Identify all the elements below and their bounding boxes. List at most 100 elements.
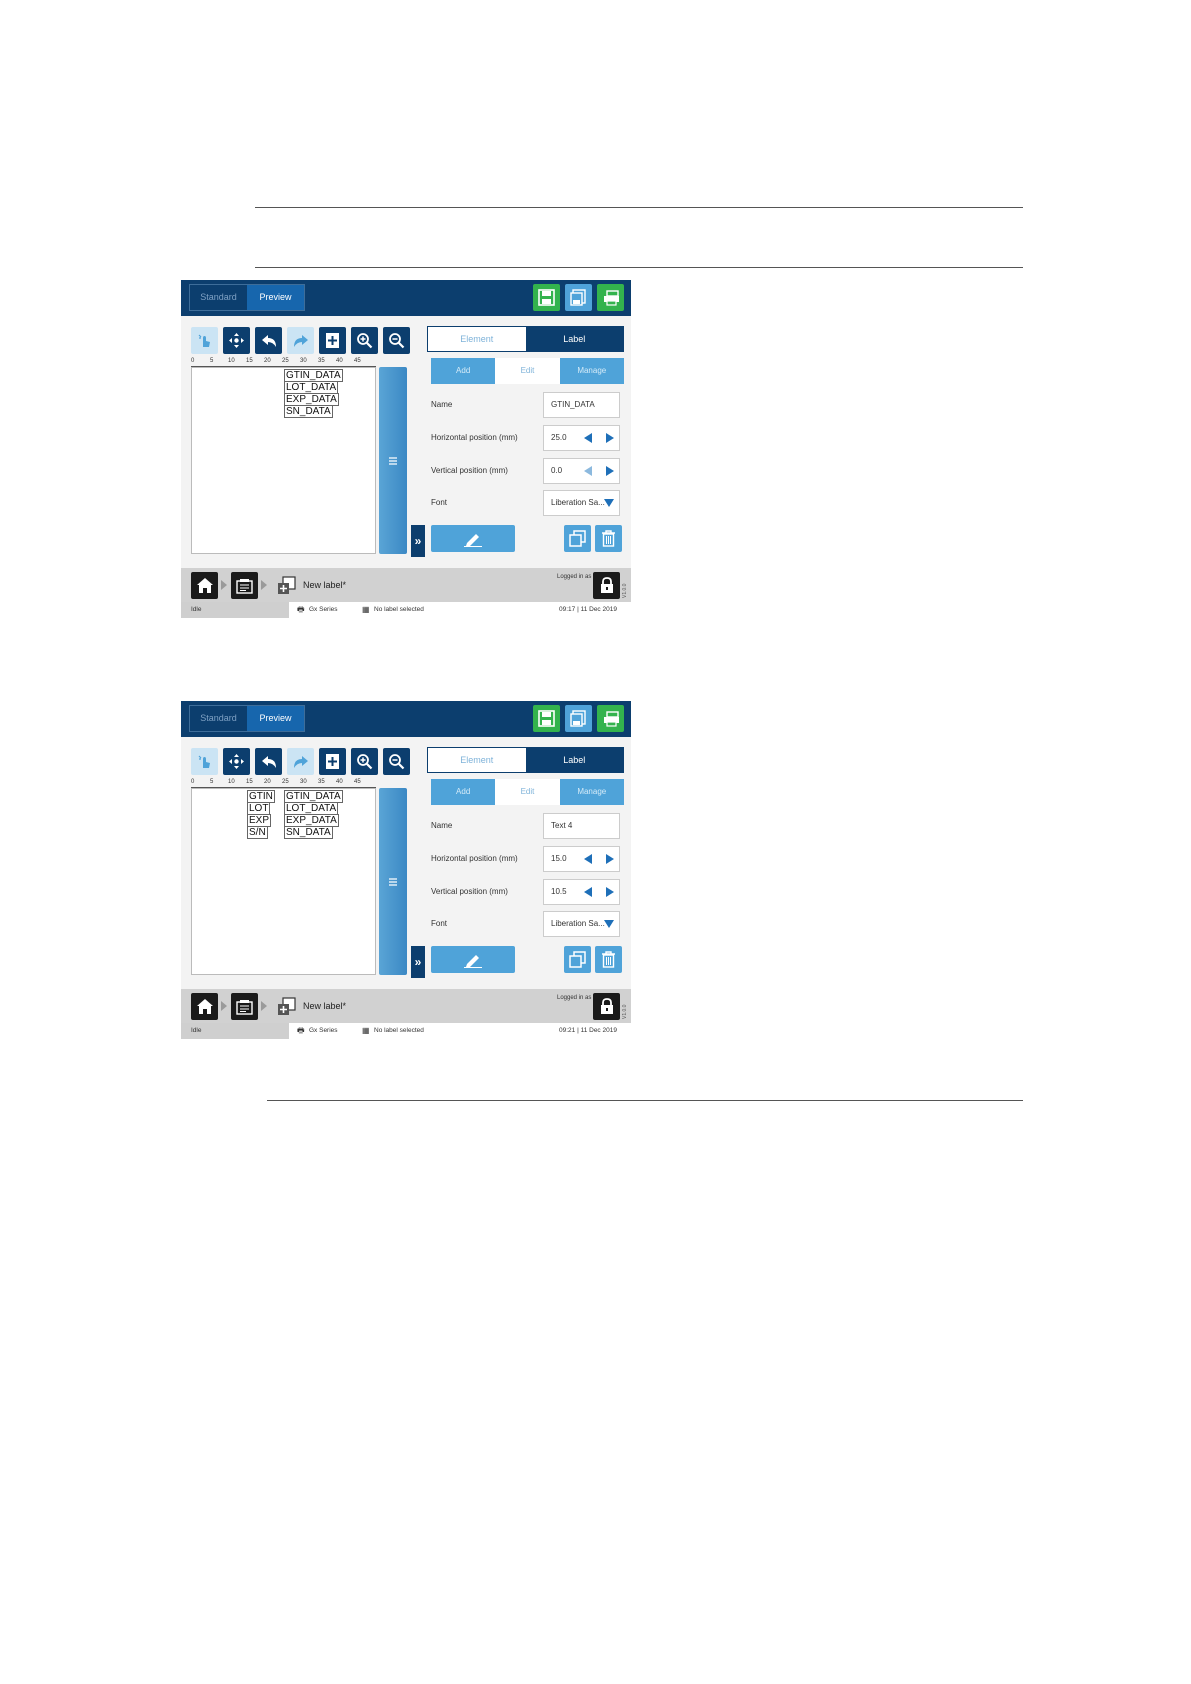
duplicate-element-button[interactable]: [564, 946, 591, 973]
tab-label[interactable]: Label: [525, 748, 623, 772]
zoom-out-icon: [389, 754, 405, 770]
tab-edit[interactable]: Edit: [495, 779, 560, 805]
undo-icon: [261, 334, 276, 347]
printer-icon: [603, 289, 619, 306]
horizontal-position-value: 15.0: [551, 854, 567, 863]
save-button[interactable]: [533, 705, 560, 732]
decrease-arrow-icon[interactable]: [584, 466, 592, 476]
font-select[interactable]: Liberation Sa...: [543, 911, 620, 937]
zoom-in-button[interactable]: [351, 327, 378, 354]
increase-arrow-icon[interactable]: [606, 466, 614, 476]
decrease-arrow-icon[interactable]: [584, 433, 592, 443]
double-chevron-right-icon: »: [414, 955, 422, 969]
tab-edit[interactable]: Edit: [495, 358, 560, 384]
tab-standard[interactable]: Standard: [190, 285, 247, 310]
move-tool-button[interactable]: [223, 748, 250, 775]
barcode-icon: ▦: [362, 605, 370, 614]
font-select[interactable]: Liberation Sa...: [543, 490, 620, 516]
ruler-tick: 5: [210, 358, 214, 364]
tab-add[interactable]: Add: [431, 358, 496, 384]
tab-standard[interactable]: Standard: [190, 706, 247, 731]
panel-tabs: Element Label: [427, 747, 624, 773]
canvas-element-sn-data[interactable]: SN_DATA: [284, 405, 333, 418]
hand-pointer-icon: [198, 755, 210, 768]
select-tool-button[interactable]: [191, 748, 218, 775]
duplicate-element-button[interactable]: [564, 525, 591, 552]
dropdown-arrow-icon: [604, 499, 614, 507]
delete-element-button[interactable]: [595, 525, 622, 552]
horizontal-position-field[interactable]: 25.0: [543, 425, 620, 451]
add-element-button[interactable]: [319, 327, 346, 354]
decrease-arrow-icon[interactable]: [584, 887, 592, 897]
ruler-tick: 40: [336, 358, 343, 364]
tab-manage[interactable]: Manage: [559, 779, 624, 805]
label-editor-button[interactable]: [231, 572, 258, 599]
zoom-in-button[interactable]: [351, 748, 378, 775]
decrease-arrow-icon[interactable]: [584, 854, 592, 864]
edit-element-button[interactable]: [431, 946, 515, 973]
increase-arrow-icon[interactable]: [606, 433, 614, 443]
undo-button[interactable]: [255, 327, 282, 354]
tab-element[interactable]: Element: [428, 327, 526, 351]
canvas-element-sn[interactable]: S/N: [247, 826, 268, 839]
ruler-tick: 40: [336, 779, 343, 785]
tab-element[interactable]: Element: [428, 748, 526, 772]
home-button[interactable]: [191, 993, 218, 1020]
print-button[interactable]: [597, 705, 624, 732]
delete-element-button[interactable]: [595, 946, 622, 973]
status-state: Idle: [181, 602, 289, 618]
redo-button[interactable]: [287, 327, 314, 354]
lock-button[interactable]: [593, 993, 620, 1020]
expand-panel-button[interactable]: »: [411, 946, 425, 978]
label-editor-button[interactable]: [231, 993, 258, 1020]
name-field[interactable]: GTIN_DATA: [543, 392, 620, 418]
page-rule-bottom: [267, 1100, 1023, 1101]
increase-arrow-icon[interactable]: [606, 887, 614, 897]
name-label: Name: [431, 400, 453, 409]
move-tool-button[interactable]: [223, 327, 250, 354]
lock-button[interactable]: [593, 572, 620, 599]
canvas-scrollbar[interactable]: [379, 788, 407, 975]
vertical-position-field[interactable]: 0.0: [543, 458, 620, 484]
breadcrumb-separator-icon: [221, 1001, 227, 1011]
breadcrumb-separator-icon: [221, 580, 227, 590]
vertical-position-label: Vertical position (mm): [431, 887, 508, 896]
increase-arrow-icon[interactable]: [606, 854, 614, 864]
vertical-position-label: Vertical position (mm): [431, 466, 508, 475]
vertical-position-field[interactable]: 10.5: [543, 879, 620, 905]
ruler-tick: 30: [300, 779, 307, 785]
label-canvas[interactable]: GTIN LOT EXP S/N GTIN_DATA LOT_DATA EXP_…: [191, 788, 376, 975]
property-font: Font Liberation Sa...: [427, 909, 620, 939]
select-tool-button[interactable]: [191, 327, 218, 354]
ruler-tick: 35: [318, 779, 325, 785]
home-button[interactable]: [191, 572, 218, 599]
horizontal-position-field[interactable]: 15.0: [543, 846, 620, 872]
save-as-button[interactable]: [565, 284, 592, 311]
zoom-out-button[interactable]: [383, 748, 410, 775]
name-field[interactable]: Text 4: [543, 813, 620, 839]
tab-label[interactable]: Label: [525, 327, 623, 351]
label-canvas[interactable]: GTIN_DATA LOT_DATA EXP_DATA SN_DATA: [191, 367, 376, 554]
status-label: No label selected: [374, 606, 424, 613]
zoom-out-button[interactable]: [383, 327, 410, 354]
undo-button[interactable]: [255, 748, 282, 775]
printer-icon: 🖶: [297, 605, 305, 614]
tab-preview[interactable]: Preview: [247, 285, 304, 310]
breadcrumb-separator-icon: [261, 580, 267, 590]
save-button[interactable]: [533, 284, 560, 311]
canvas-scrollbar[interactable]: [379, 367, 407, 554]
edit-element-button[interactable]: [431, 525, 515, 552]
top-bar: Standard Preview: [181, 280, 631, 316]
version-text: V1.0.0: [622, 1004, 628, 1019]
canvas-element-sn-data[interactable]: SN_DATA: [284, 826, 333, 839]
tab-manage[interactable]: Manage: [559, 358, 624, 384]
redo-button[interactable]: [287, 748, 314, 775]
print-button[interactable]: [597, 284, 624, 311]
breadcrumb-separator-icon: [261, 1001, 267, 1011]
tab-preview[interactable]: Preview: [247, 706, 304, 731]
zoom-in-icon: [357, 333, 373, 349]
save-as-button[interactable]: [565, 705, 592, 732]
add-element-button[interactable]: [319, 748, 346, 775]
tab-add[interactable]: Add: [431, 779, 496, 805]
expand-panel-button[interactable]: »: [411, 525, 425, 557]
